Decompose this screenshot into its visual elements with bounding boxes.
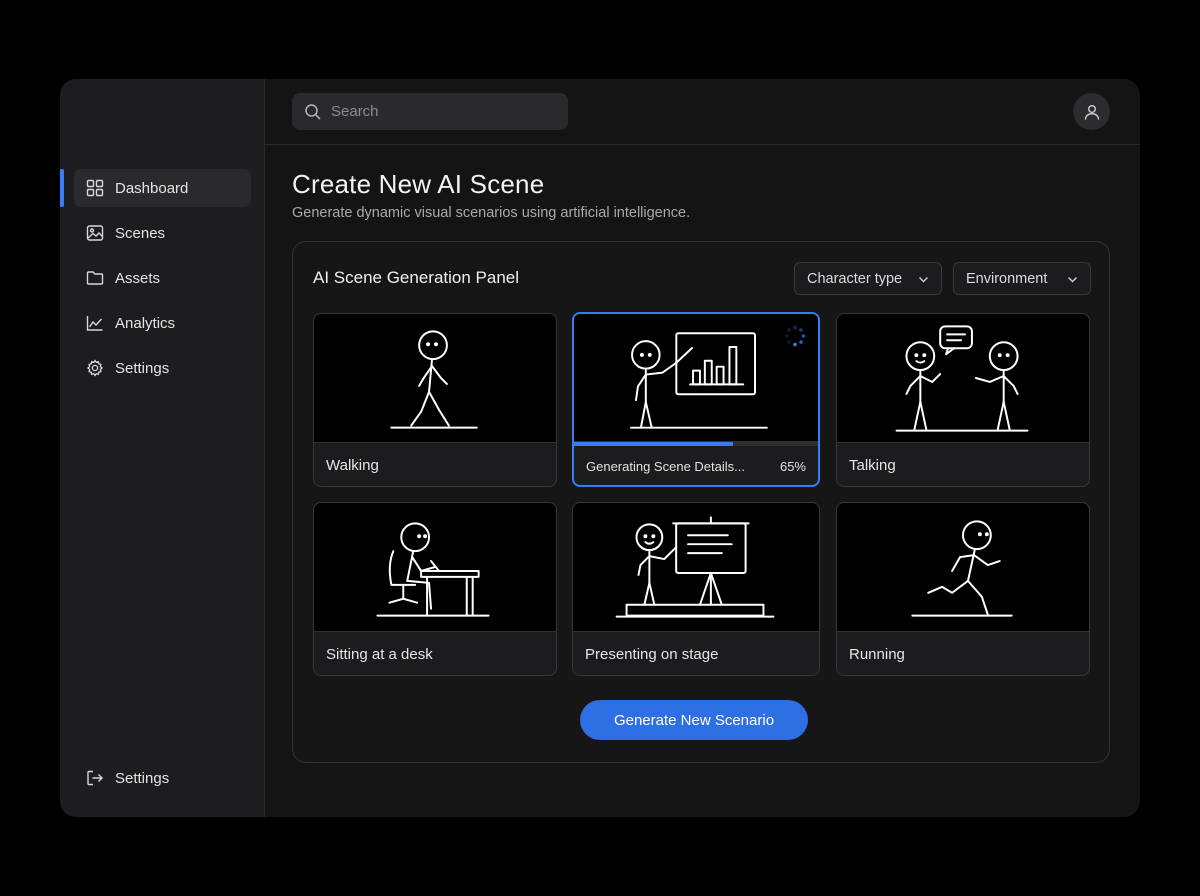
sidebar-item-label: Scenes bbox=[115, 224, 166, 242]
progress-fill bbox=[574, 442, 733, 446]
stick-figure-presenting-chart bbox=[630, 332, 768, 429]
scene-illustration bbox=[837, 314, 1089, 443]
gear-icon bbox=[86, 359, 104, 377]
scene-generation-panel: AI Scene Generation Panel Character type… bbox=[292, 241, 1110, 763]
image-icon bbox=[86, 225, 104, 241]
scene-card-talking[interactable]: Talking bbox=[836, 313, 1090, 487]
sidebar-item-label: Assets bbox=[115, 269, 161, 287]
logout-icon bbox=[87, 770, 103, 786]
panel-title: AI Scene Generation Panel bbox=[313, 268, 520, 287]
sidebar-item-label: Dashboard bbox=[115, 179, 189, 197]
line-chart-icon bbox=[86, 316, 103, 331]
scene-card-running[interactable]: Running bbox=[836, 502, 1090, 676]
scene-card-label: Running bbox=[849, 646, 905, 663]
scene-illustration bbox=[574, 314, 818, 442]
search-icon bbox=[305, 103, 321, 120]
stick-figure-presenting-stage bbox=[615, 516, 775, 618]
scene-illustration bbox=[314, 314, 556, 443]
character-type-label: Character type bbox=[807, 270, 903, 287]
sidebar: Dashboard Scenes Assets Analytics Settin… bbox=[60, 79, 265, 817]
sidebar-item-dashboard[interactable]: Dashboard bbox=[60, 169, 251, 207]
scene-card-label: Talking bbox=[849, 457, 896, 474]
user-icon bbox=[1084, 104, 1099, 120]
scene-card-label: Presenting on stage bbox=[585, 646, 719, 663]
sidebar-item-assets[interactable]: Assets bbox=[74, 259, 251, 297]
stick-figure-walking bbox=[390, 330, 478, 429]
grid-icon bbox=[86, 179, 104, 197]
folder-icon bbox=[86, 271, 104, 285]
user-avatar[interactable] bbox=[1073, 93, 1110, 130]
scene-illustration bbox=[837, 503, 1089, 632]
sidebar-item-bottom-settings[interactable]: Settings bbox=[74, 759, 251, 797]
sidebar-item-label: Settings bbox=[115, 769, 170, 787]
page-title: Create New AI Scene bbox=[292, 169, 545, 199]
scene-card-label: Walking bbox=[326, 457, 379, 474]
sidebar-item-settings[interactable]: Settings bbox=[74, 349, 251, 387]
progress-percent: 65% bbox=[779, 459, 806, 474]
scene-illustration bbox=[314, 503, 556, 632]
scene-card-generating[interactable]: Generating Scene Details... 65% bbox=[572, 312, 820, 487]
scene-card-presenting[interactable]: Presenting on stage bbox=[572, 502, 820, 676]
sidebar-nav: Dashboard Scenes Assets Analytics Settin… bbox=[60, 169, 265, 394]
generate-scenario-button[interactable]: Generate New Scenario bbox=[580, 700, 808, 740]
search-box[interactable] bbox=[292, 93, 568, 130]
main-content: Create New AI Scene Generate dynamic vis… bbox=[265, 79, 1140, 817]
search-input[interactable] bbox=[331, 103, 551, 120]
page-subtitle: Generate dynamic visual scenarios using … bbox=[292, 205, 691, 221]
top-bar bbox=[265, 79, 1140, 145]
scene-card-walking[interactable]: Walking bbox=[313, 313, 557, 487]
stick-figure-sitting-desk bbox=[376, 522, 490, 617]
sidebar-item-label: Analytics bbox=[115, 314, 176, 332]
chevron-down-icon bbox=[919, 277, 928, 283]
sidebar-item-analytics[interactable]: Analytics bbox=[74, 304, 251, 342]
loading-spinner-icon bbox=[784, 325, 806, 347]
sidebar-item-label: Settings bbox=[115, 359, 170, 377]
generating-status-text: Generating Scene Details... bbox=[586, 459, 745, 474]
scene-card-sitting[interactable]: Sitting at a desk bbox=[313, 502, 557, 676]
environment-dropdown[interactable]: Environment bbox=[953, 262, 1091, 295]
stick-figure-running bbox=[911, 520, 1013, 617]
scene-card-label: Sitting at a desk bbox=[326, 646, 433, 663]
chevron-down-icon bbox=[1068, 277, 1077, 283]
environment-label: Environment bbox=[966, 270, 1048, 287]
character-type-dropdown[interactable]: Character type bbox=[794, 262, 942, 295]
scene-illustration bbox=[573, 503, 819, 632]
two-stick-figures-talking bbox=[895, 325, 1029, 432]
progress-bar bbox=[574, 442, 818, 446]
app-window: Dashboard Scenes Assets Analytics Settin… bbox=[60, 79, 1140, 817]
sidebar-item-scenes[interactable]: Scenes bbox=[74, 214, 251, 252]
